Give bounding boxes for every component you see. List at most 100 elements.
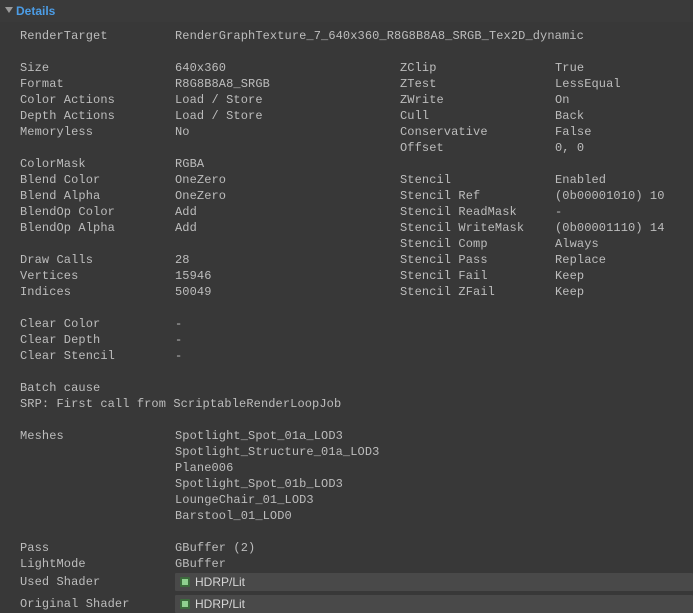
value-cleardepth: -: [175, 332, 693, 348]
label-usedshader: Used Shader: [20, 574, 175, 590]
value-mesh-1: Spotlight_Structure_01a_LOD3: [175, 444, 693, 460]
label-stencilfail: Stencil Fail: [400, 268, 555, 284]
label-vertices: Vertices: [20, 268, 175, 284]
value-stencilreadmask: -: [555, 204, 693, 220]
value-mesh-3: Spotlight_Spot_01b_LOD3: [175, 476, 693, 492]
value-blendopcolor: Add: [175, 204, 400, 220]
value-memoryless: No: [175, 124, 400, 140]
details-header[interactable]: Details: [0, 0, 693, 22]
spacer: [20, 300, 693, 316]
label-format: Format: [20, 76, 175, 92]
value-zwrite: On: [555, 92, 693, 108]
label-clearstencil: Clear Stencil: [20, 348, 175, 364]
row-format: Format R8G8B8A8_SRGB ZTest LessEqual: [20, 76, 693, 92]
row-blendalpha: Blend Alpha OneZero Stencil Ref (0b00001…: [20, 188, 693, 204]
label-memoryless: Memoryless: [20, 124, 175, 140]
value-mesh-2: Plane006: [175, 460, 693, 476]
label-blendopcolor: BlendOp Color: [20, 204, 175, 220]
spacer: [20, 524, 693, 540]
label-stencilref: Stencil Ref: [400, 188, 555, 204]
value-pass: GBuffer (2): [175, 540, 693, 556]
label-blendcolor: Blend Color: [20, 172, 175, 188]
row-mesh-4: LoungeChair_01_LOD3: [20, 492, 693, 508]
value-mesh-4: LoungeChair_01_LOD3: [175, 492, 693, 508]
row-mesh-3: Spotlight_Spot_01b_LOD3: [20, 476, 693, 492]
value-vertices: 15946: [175, 268, 400, 284]
shader-asset-icon: [179, 576, 191, 588]
value-batchcause: SRP: First call from ScriptableRenderLoo…: [20, 396, 693, 412]
value-mesh-5: Barstool_01_LOD0: [175, 508, 693, 524]
foldout-icon[interactable]: [4, 6, 14, 16]
label-meshes: Meshes: [20, 428, 175, 444]
spacer: [20, 44, 693, 60]
value-blendcolor: OneZero: [175, 172, 400, 188]
label-originalshader: Original Shader: [20, 596, 175, 612]
details-body: RenderTarget RenderGraphTexture_7_640x36…: [0, 22, 693, 613]
label-stencilwritemask: Stencil WriteMask: [400, 220, 555, 236]
row-blendcolor: Blend Color OneZero Stencil Enabled: [20, 172, 693, 188]
value-indices: 50049: [175, 284, 400, 300]
label-coloractions: Color Actions: [20, 92, 175, 108]
label-size: Size: [20, 60, 175, 76]
row-indices: Indices 50049 Stencil ZFail Keep: [20, 284, 693, 300]
value-depthactions: Load / Store: [175, 108, 400, 124]
label-blendopalpha: BlendOp Alpha: [20, 220, 175, 236]
label-zclip: ZClip: [400, 60, 555, 76]
value-size: 640x360: [175, 60, 400, 76]
value-clearcolor: -: [175, 316, 693, 332]
label-zwrite: ZWrite: [400, 92, 555, 108]
row-size: Size 640x360 ZClip True: [20, 60, 693, 76]
row-clearcolor: Clear Color -: [20, 316, 693, 332]
value-clearstencil: -: [175, 348, 693, 364]
row-coloractions: Color Actions Load / Store ZWrite On: [20, 92, 693, 108]
row-blendopcolor: BlendOp Color Add Stencil ReadMask -: [20, 204, 693, 220]
value-stencilpass: Replace: [555, 252, 693, 268]
value-stencilzfail: Keep: [555, 284, 693, 300]
value-blendopalpha: Add: [175, 220, 400, 236]
value-stencilwritemask: (0b00001110) 14: [555, 220, 693, 236]
row-rendertarget: RenderTarget RenderGraphTexture_7_640x36…: [20, 28, 693, 44]
label-stencilreadmask: Stencil ReadMask: [400, 204, 555, 220]
spacer: [20, 364, 693, 380]
value-conservative: False: [555, 124, 693, 140]
label-colormask: ColorMask: [20, 156, 175, 172]
label-rendertarget: RenderTarget: [20, 28, 175, 44]
value-stencilfail: Keep: [555, 268, 693, 284]
label-stencilzfail: Stencil ZFail: [400, 284, 555, 300]
row-mesh-2: Plane006: [20, 460, 693, 476]
label-stencil: Stencil: [400, 172, 555, 188]
row-blendopalpha: BlendOp Alpha Add Stencil WriteMask (0b0…: [20, 220, 693, 236]
label-ztest: ZTest: [400, 76, 555, 92]
label-blendalpha: Blend Alpha: [20, 188, 175, 204]
value-stencilref: (0b00001010) 10: [555, 188, 693, 204]
field-usedshader[interactable]: HDRP/Lit: [175, 573, 693, 591]
value-stencilcomp: Always: [555, 236, 693, 252]
row-mesh-0: Meshes Spotlight_Spot_01a_LOD3: [20, 428, 693, 444]
field-originalshader[interactable]: HDRP/Lit: [175, 595, 693, 613]
value-originalshader: HDRP/Lit: [195, 596, 245, 612]
value-zclip: True: [555, 60, 693, 76]
value-lightmode: GBuffer: [175, 556, 693, 572]
panel-title: Details: [16, 4, 55, 18]
value-blendalpha: OneZero: [175, 188, 400, 204]
value-usedshader: HDRP/Lit: [195, 574, 245, 590]
value-drawcalls: 28: [175, 252, 400, 268]
row-depthactions: Depth Actions Load / Store Cull Back: [20, 108, 693, 124]
value-coloractions: Load / Store: [175, 92, 400, 108]
label-cull: Cull: [400, 108, 555, 124]
row-vertices: Vertices 15946 Stencil Fail Keep: [20, 268, 693, 284]
row-batchcause-label: Batch cause: [20, 380, 693, 396]
row-clearstencil: Clear Stencil -: [20, 348, 693, 364]
label-offset: Offset: [400, 140, 555, 156]
shader-asset-icon: [179, 598, 191, 610]
row-colormask: ColorMask RGBA: [20, 156, 693, 172]
label-depthactions: Depth Actions: [20, 108, 175, 124]
label-stencilpass: Stencil Pass: [400, 252, 555, 268]
label-pass: Pass: [20, 540, 175, 556]
row-mesh-1: Spotlight_Structure_01a_LOD3: [20, 444, 693, 460]
label-conservative: Conservative: [400, 124, 555, 140]
label-lightmode: LightMode: [20, 556, 175, 572]
spacer: [20, 412, 693, 428]
value-offset: 0, 0: [555, 140, 693, 156]
label-batchcause: Batch cause: [20, 380, 693, 396]
